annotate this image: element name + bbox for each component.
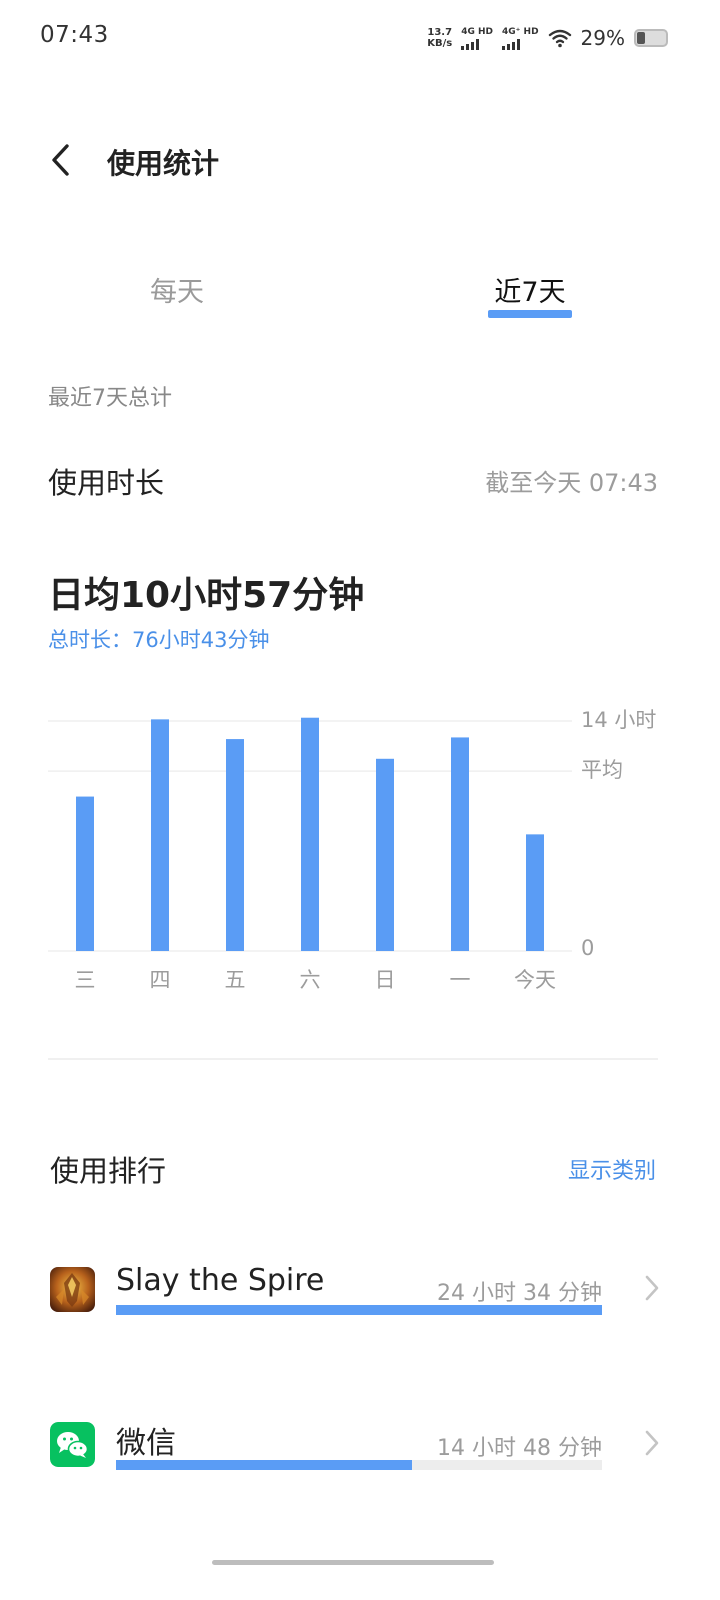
network-speed-value: 13.7 (427, 27, 453, 38)
active-tab-indicator (488, 310, 572, 318)
status-icons: 13.7 KB/s 4G HD 4G⁺ HD 29% (427, 24, 668, 52)
section-divider (48, 1058, 658, 1060)
y-tick-zero: 0 (581, 936, 594, 960)
x-tick-label: 四 (150, 968, 171, 992)
app-name: 微信 (116, 1426, 176, 1461)
chart-bar-5[interactable] (451, 737, 469, 951)
chart-bar-4[interactable] (376, 758, 394, 951)
chart-bar-1[interactable] (151, 719, 169, 951)
app-name: Slay the Spire (116, 1263, 325, 1298)
section-caption: 最近7天总计 (48, 386, 172, 411)
home-indicator[interactable] (212, 1560, 494, 1565)
battery-percent: 29% (580, 26, 625, 50)
chevron-right-icon (645, 1275, 659, 1301)
network-speed: 13.7 KB/s (427, 27, 452, 49)
x-tick-label: 六 (300, 968, 321, 992)
x-tick-label: 日 (375, 968, 396, 992)
slay-the-spire-icon (50, 1267, 95, 1312)
x-tick-label: 今天 (514, 968, 556, 992)
tab-last-7-days[interactable]: 近7天 (482, 270, 578, 309)
app-usage-bar (116, 1460, 413, 1470)
network-speed-unit: KB/s (427, 38, 453, 49)
wifi-icon (548, 29, 571, 48)
sim2-label: 4G⁺ HD (502, 26, 539, 37)
x-tick-label: 五 (225, 968, 246, 992)
show-categories-link[interactable]: 显示类别 (568, 1153, 656, 1185)
chart-bar-6[interactable] (526, 834, 544, 951)
app-duration: 24 小时 34 分钟 (437, 1281, 602, 1306)
app-row-slay-the-spire[interactable]: Slay the Spire 24 小时 34 分钟 (0, 1245, 720, 1355)
chart-bar-2[interactable] (226, 739, 244, 951)
x-tick-label: 一 (450, 968, 471, 992)
battery-level-fill (637, 32, 646, 44)
status-bar: 07:43 13.7 KB/s 4G HD 4G⁺ HD 29% (0, 0, 720, 74)
battery-icon (634, 29, 668, 47)
app-header: 使用统计 (0, 130, 720, 190)
sim2-signal-icon: 4G⁺ HD (502, 27, 539, 50)
app-usage-track (116, 1305, 602, 1315)
as-of-time: 截至今天 07:43 (485, 469, 658, 497)
back-button[interactable] (44, 142, 76, 178)
chart-bar-0[interactable] (76, 796, 94, 951)
page-title: 使用统计 (107, 147, 220, 180)
usage-duration-label: 使用时长 (48, 466, 165, 500)
ranking-title: 使用排行 (50, 1154, 167, 1188)
x-tick-label: 三 (75, 968, 96, 992)
wechat-icon (50, 1422, 95, 1467)
chart-bar-3[interactable] (301, 717, 319, 951)
y-tick-max: 14 小时 (581, 708, 656, 732)
sim1-signal-icon: 4G HD (461, 27, 493, 50)
chevron-left-icon (52, 144, 69, 176)
total-duration: 总时长：76小时43分钟 (48, 628, 270, 652)
app-usage-track (116, 1460, 602, 1470)
chevron-right-icon (645, 1430, 659, 1456)
app-usage-bar (116, 1305, 602, 1315)
app-duration: 14 小时 48 分钟 (437, 1436, 602, 1461)
y-tick-average: 平均 (581, 758, 623, 782)
daily-average: 日均10小时57分钟 (48, 575, 365, 616)
usage-bar-chart: 14 小时平均 0 三 四 五 六 日 一 今天 (48, 708, 656, 992)
status-time: 07:43 (40, 22, 109, 48)
sim1-label: 4G HD (461, 26, 493, 37)
tab-daily[interactable]: 每天 (136, 270, 218, 309)
app-row-wechat[interactable]: 微信 14 小时 48 分钟 (0, 1400, 720, 1510)
